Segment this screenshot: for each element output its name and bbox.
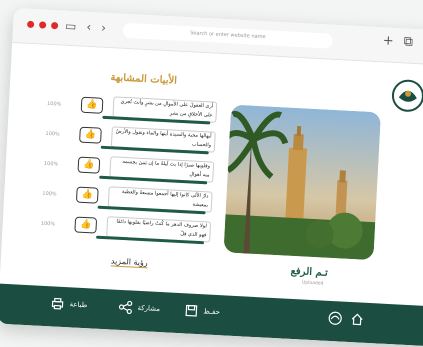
site-logo-small [328, 311, 342, 325]
share-icon [118, 300, 133, 315]
upload-status: تـم الرفع [290, 265, 329, 279]
thumbs-up-icon: 👍 [79, 219, 92, 231]
sidebar-icon[interactable]: ▭ [65, 19, 77, 34]
match-percent: 100% [46, 100, 62, 108]
see-more-link[interactable]: رؤية المزيد [110, 256, 149, 269]
verse-row: 100% 👍 دارُ الأُلى كانوا إليها أجمعوا مت… [24, 182, 215, 215]
printer-icon [51, 297, 64, 310]
thumbs-up-icon: 👍 [83, 159, 95, 171]
tab-overview-button[interactable]: ⧉ [403, 34, 413, 49]
like-button[interactable]: 👍 [74, 216, 98, 234]
verse-row: 100% 👍 أرى العقولَ على الأموالِ من بشرٍ … [28, 92, 219, 125]
similar-verses-title: الأبيات المشابهة [110, 72, 178, 87]
upload-status-sub: Uploaded [301, 280, 324, 287]
save-button[interactable]: حفـظ [184, 303, 220, 319]
thumbs-up-icon: 👍 [84, 129, 97, 141]
thumbs-up-icon: 👍 [86, 99, 98, 111]
save-icon [185, 304, 198, 317]
like-button[interactable]: 👍 [75, 186, 99, 204]
browser-window: ▭ ‹ › Search or enter website name + ⧉ ا… [0, 8, 423, 347]
thumbs-up-icon: 👍 [81, 189, 94, 201]
minimize-dot[interactable] [38, 21, 47, 29]
save-label: حفـظ [203, 307, 221, 317]
match-percent: 100% [40, 220, 56, 228]
browser-actions: + ⧉ [382, 33, 413, 50]
share-button[interactable]: مشاركة [118, 300, 160, 316]
verse-row: 100% 👍 وقلوبها صبرًا إذا بتَ لَيلةً ما إ… [25, 152, 216, 185]
share-label: مشاركة [137, 303, 161, 314]
close-dot[interactable] [26, 20, 35, 29]
verse-row: 100% 👍 لولا صروف الدهر ما كُنتُ راضيًا ب… [22, 212, 213, 245]
maximize-dot[interactable] [50, 21, 59, 30]
verse-row: 100% 👍 أيهالها محبة والسيدة أيتها والماء… [27, 122, 218, 155]
uploaded-photo [223, 104, 382, 261]
like-button[interactable]: 👍 [79, 126, 102, 144]
match-percent: 100% [42, 190, 57, 198]
print-button[interactable]: طباعة [50, 296, 88, 312]
site-logo [391, 79, 423, 112]
nav-controls: ▭ ‹ › [65, 19, 107, 35]
match-percent: 100% [45, 130, 60, 138]
back-button[interactable]: ‹ [86, 20, 92, 34]
print-label: طباعة [69, 300, 88, 310]
like-button[interactable]: 👍 [77, 156, 101, 174]
address-bar[interactable]: Search or enter website name [122, 22, 334, 49]
window-controls [26, 20, 59, 30]
forward-button[interactable]: › [101, 21, 107, 35]
new-tab-button[interactable]: + [382, 33, 394, 49]
page-content: الأبيات المشابهة 100% 👍 أرى العقولَ على … [0, 42, 423, 308]
match-percent: 100% [43, 160, 59, 168]
footer-logo [328, 311, 343, 326]
like-button[interactable]: 👍 [80, 96, 104, 114]
